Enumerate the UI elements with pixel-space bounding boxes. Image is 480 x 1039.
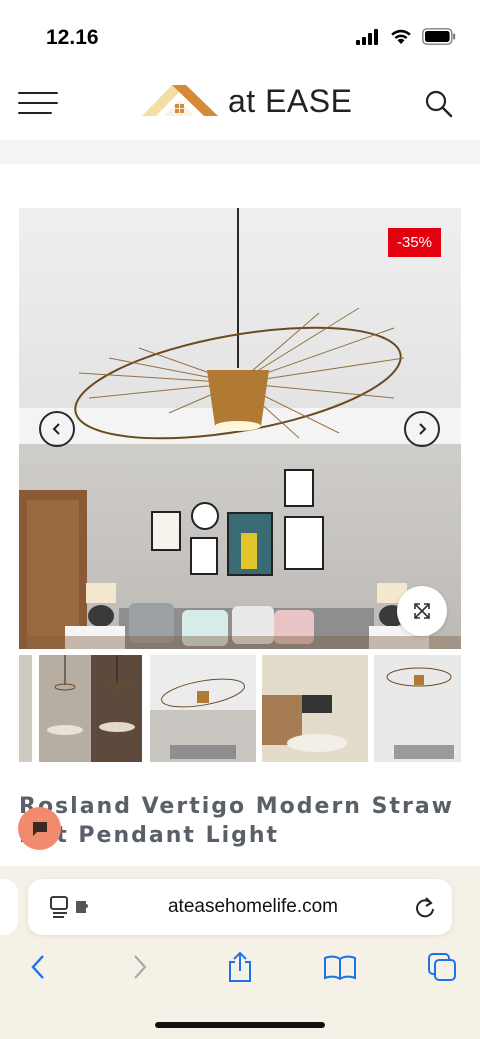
back-chevron-icon <box>31 955 44 979</box>
url-text: ateasehomelife.com <box>167 896 339 917</box>
share-icon <box>229 951 251 982</box>
product-main-image[interactable] <box>19 208 461 649</box>
site-logo[interactable]: at EASE <box>142 82 352 120</box>
address-bar[interactable]: ateasehomelife.com <box>28 879 452 935</box>
product-title-line2: Hat Pendant Light <box>19 823 280 848</box>
bookmarks-button[interactable] <box>322 950 358 984</box>
chat-bubble-icon <box>32 821 47 836</box>
back-button[interactable] <box>20 950 56 984</box>
reload-icon[interactable] <box>414 895 436 919</box>
living-room-thumbnail-image <box>150 655 256 762</box>
dining-room-thumbnail-image <box>39 655 142 762</box>
header-divider <box>0 140 480 164</box>
chat-button[interactable] <box>18 807 61 850</box>
previous-image-button[interactable] <box>39 411 75 447</box>
status-time: 12.16 <box>46 26 99 49</box>
chevron-right-icon <box>419 423 427 435</box>
tabs-button[interactable] <box>424 950 460 984</box>
next-image-button[interactable] <box>404 411 440 447</box>
product-title: Rosland Vertigo Modern Straw Hat Pendant… <box>19 792 459 850</box>
dining-room-thumbnail[interactable] <box>39 655 142 762</box>
tabs-icon <box>428 953 456 981</box>
side-living-thumbnail[interactable] <box>374 655 461 762</box>
side-living-thumbnail-image <box>374 655 461 762</box>
bright-living-thumbnail-image <box>262 655 368 762</box>
forward-chevron-icon <box>134 955 147 979</box>
living-room-thumbnail[interactable] <box>150 655 256 762</box>
book-icon <box>324 955 356 980</box>
status-bar: 12.16 <box>0 0 480 70</box>
bright-living-thumbnail[interactable] <box>262 655 368 762</box>
wifi-icon <box>391 29 411 44</box>
reader-mode-icon[interactable] <box>50 895 98 919</box>
share-button[interactable] <box>222 950 258 984</box>
hamburger-menu-icon[interactable] <box>18 92 58 116</box>
forward-button[interactable] <box>122 950 158 984</box>
partial-thumbnail[interactable] <box>19 655 32 762</box>
chevron-left-icon <box>52 423 60 435</box>
home-indicator <box>155 1022 325 1028</box>
previous-tab-pill[interactable] <box>0 879 18 935</box>
house-roof-logo-icon <box>142 85 218 116</box>
cellular-signal-icon <box>356 28 378 45</box>
status-icons <box>356 28 456 45</box>
thumbnail-strip <box>0 655 480 763</box>
product-title-line1: Rosland Vertigo Modern Straw <box>19 794 455 819</box>
logo-text: at EASE <box>228 82 353 119</box>
discount-badge: -35% <box>388 228 441 257</box>
expand-icon <box>414 603 430 619</box>
zoom-image-button[interactable] <box>397 586 447 636</box>
pendant-light-room-illustration <box>19 208 461 649</box>
search-icon[interactable] <box>424 89 454 119</box>
battery-icon <box>422 28 456 45</box>
